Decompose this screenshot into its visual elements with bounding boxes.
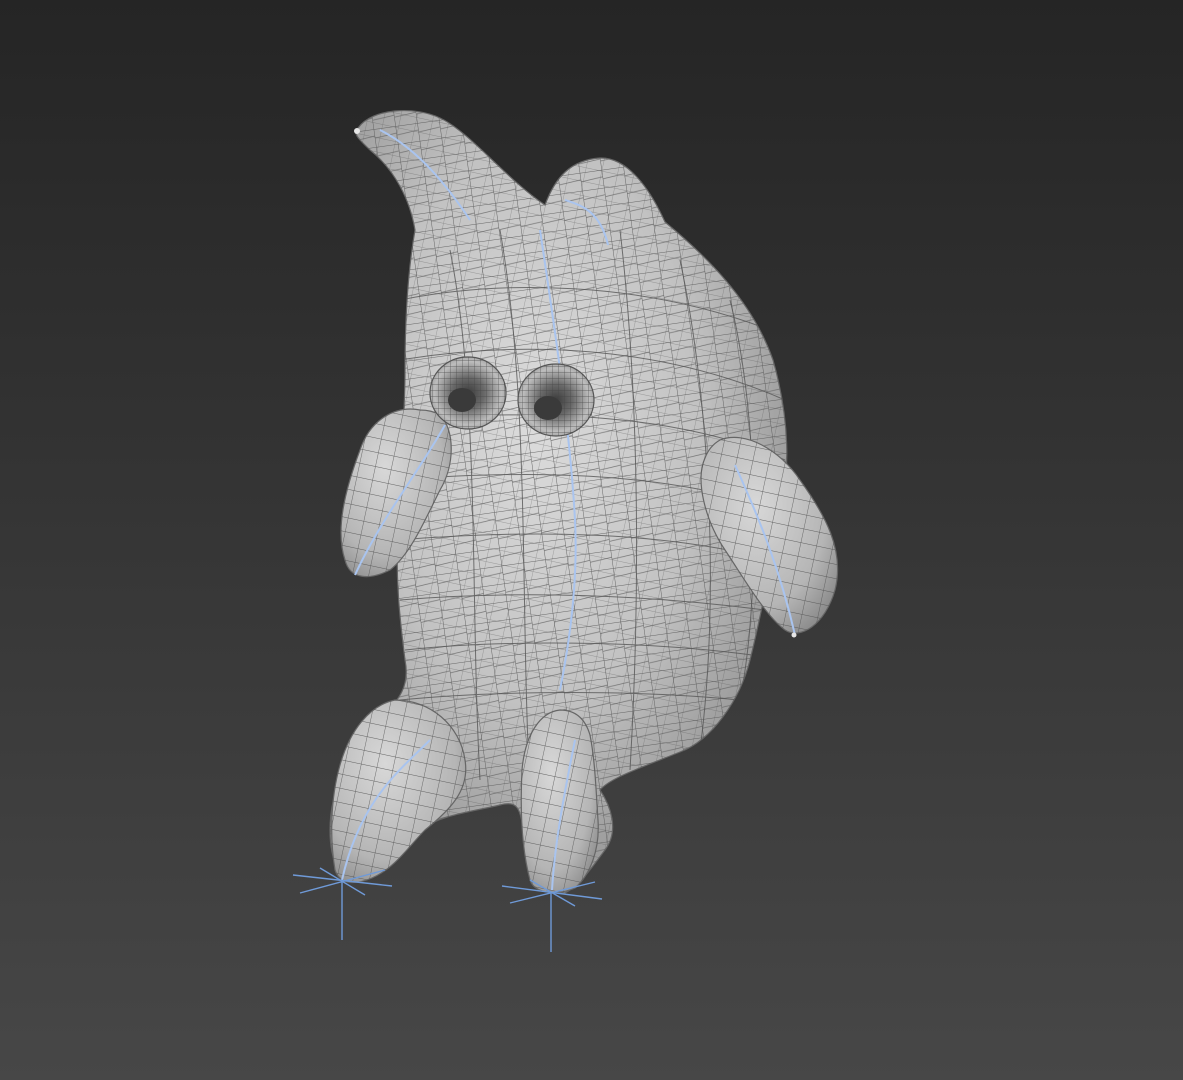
3d-viewport[interactable] (0, 0, 1183, 1080)
mesh-right-leg[interactable] (520, 709, 599, 894)
viewport-scene[interactable] (0, 0, 1183, 1080)
mesh-left-leg[interactable] (331, 699, 467, 884)
mesh-right-eye[interactable] (517, 363, 595, 437)
character-mesh[interactable] (320, 100, 839, 900)
mesh-left-eye[interactable] (429, 356, 507, 430)
vertex-dot[interactable] (791, 632, 797, 638)
vertex-dot[interactable] (354, 128, 360, 134)
